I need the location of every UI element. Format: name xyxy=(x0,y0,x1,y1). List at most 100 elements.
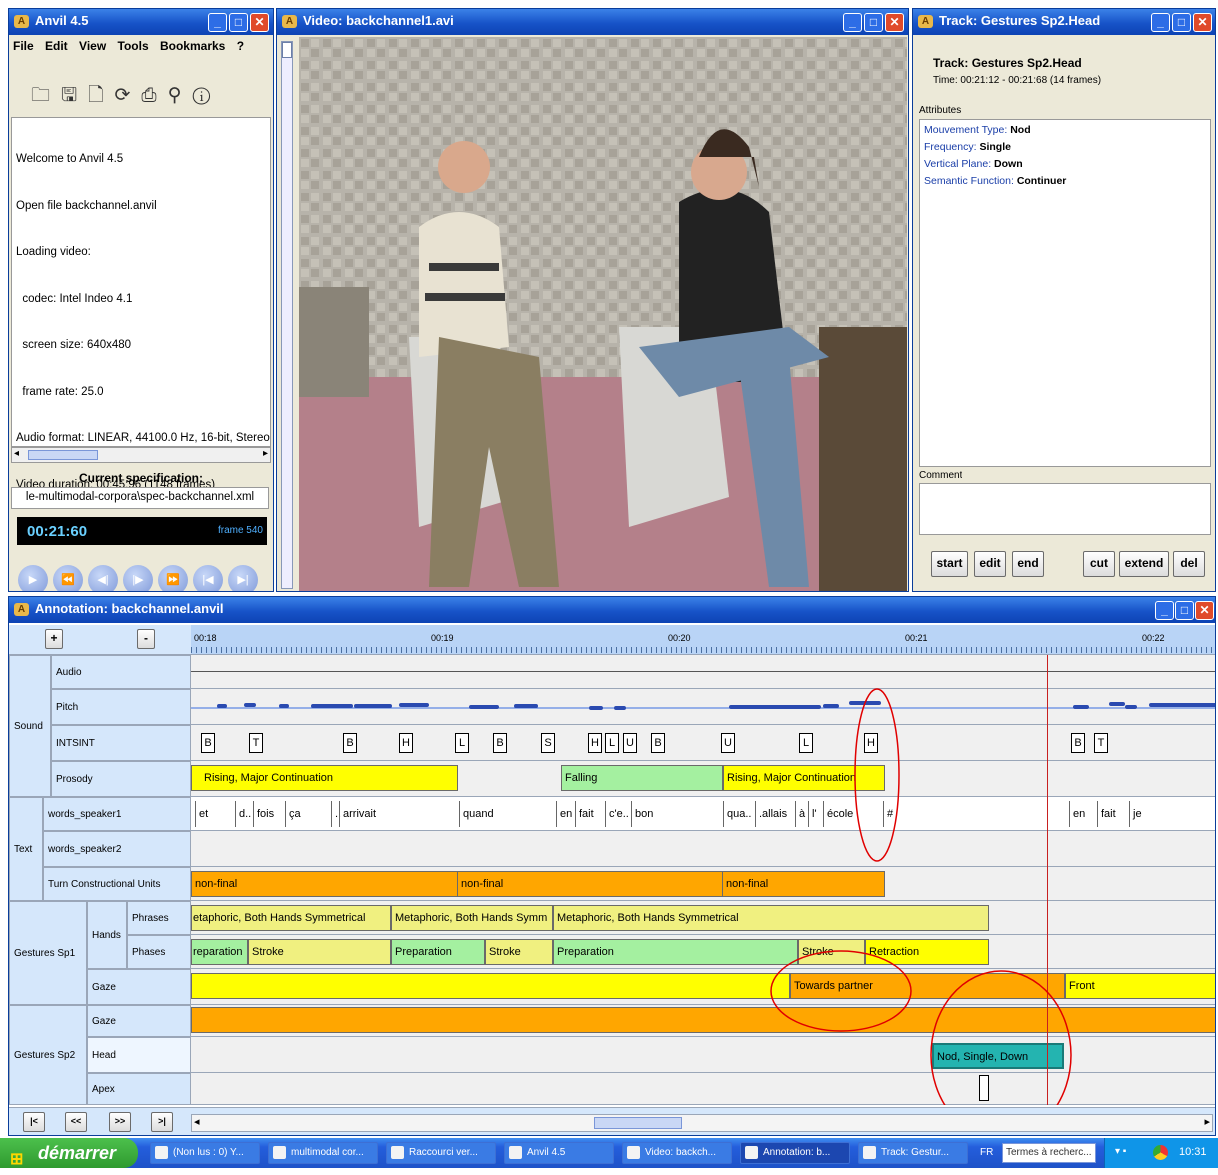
taskbar-item-track[interactable]: Track: Gestur... xyxy=(858,1142,968,1164)
word[interactable]: fait xyxy=(1097,801,1116,827)
track-prosody[interactable]: Rising, Major Continuation Falling Risin… xyxy=(191,761,1215,797)
open-folder-icon[interactable]: 🗀 xyxy=(31,85,61,106)
maximize-button[interactable]: □ xyxy=(864,13,883,32)
phase-element[interactable]: Retraction xyxy=(865,939,989,965)
taskbar-item-word[interactable]: multimodal cor... xyxy=(268,1142,378,1164)
prosody-element[interactable]: Rising, Major Continuation xyxy=(191,765,458,791)
start-button[interactable]: start xyxy=(931,551,968,577)
track-intsint[interactable]: B T B H L B S H L U B U L H B T xyxy=(191,725,1215,761)
scroll-thumb[interactable] xyxy=(28,450,98,460)
word[interactable]: en xyxy=(1069,801,1085,827)
save-icon[interactable]: 🖫 xyxy=(61,85,88,106)
fast-forward-button[interactable]: ⏩ xyxy=(158,565,188,591)
word[interactable]: je xyxy=(1129,801,1142,827)
word[interactable]: arrivait xyxy=(339,801,376,827)
new-file-icon[interactable]: 🗋 xyxy=(88,85,114,106)
extend-button[interactable]: extend xyxy=(1119,551,1169,577)
word[interactable]: ça xyxy=(285,801,301,827)
tcu-element[interactable]: non-final xyxy=(191,871,458,897)
minimize-button[interactable]: _ xyxy=(208,13,227,32)
track-header-prosody[interactable]: Prosody xyxy=(51,761,191,797)
zoom-in-button[interactable]: + xyxy=(45,629,63,649)
maximize-button[interactable]: □ xyxy=(1172,13,1191,32)
delete-button[interactable]: del xyxy=(1173,551,1205,577)
intsint-mark[interactable]: T xyxy=(1094,733,1108,753)
head-element-selected[interactable]: Nod, Single, Down xyxy=(932,1043,1064,1069)
phase-element[interactable]: Preparation xyxy=(553,939,798,965)
phrase-element[interactable]: Metaphoric, Both Hands Symm xyxy=(391,905,553,931)
step-forward-button[interactable]: |▶ xyxy=(123,565,153,591)
scroll-left-arrow[interactable]: ◂ xyxy=(194,1115,200,1128)
search-field[interactable]: Termes à recherc... xyxy=(1002,1143,1096,1163)
word[interactable]: à xyxy=(795,801,805,827)
phase-element[interactable]: Stroke xyxy=(485,939,553,965)
track-phases[interactable]: reparation Stroke Preparation Stroke Pre… xyxy=(191,935,1215,969)
scroll-right-arrow[interactable]: ▸ xyxy=(263,448,268,459)
edit-button[interactable]: edit xyxy=(974,551,1006,577)
scroll-left-arrow[interactable]: ◂ xyxy=(14,448,19,459)
taskbar-item-video[interactable]: Video: backch... xyxy=(622,1142,732,1164)
tcu-element[interactable]: non-final xyxy=(722,871,885,897)
track-words-speaker1[interactable]: et d.. fois ça .. arrivait quand en fait… xyxy=(191,797,1215,831)
info-icon[interactable]: ⓘ xyxy=(193,85,222,106)
start-button[interactable]: ⊞ démarrer xyxy=(0,1138,138,1168)
binoculars-icon[interactable]: ⚲ xyxy=(168,85,193,106)
maximize-button[interactable]: □ xyxy=(1175,601,1194,620)
intsint-mark[interactable]: U xyxy=(721,733,735,753)
track-header-gaze-sp1[interactable]: Gaze xyxy=(87,969,191,1005)
track-gaze-sp1[interactable]: Towards partner Front xyxy=(191,969,1215,1005)
track-header-apex[interactable]: Apex xyxy=(87,1073,191,1105)
tcu-element[interactable]: non-final xyxy=(457,871,723,897)
track-header-phrases[interactable]: Phrases xyxy=(127,901,191,935)
language-indicator[interactable]: FR xyxy=(980,1147,993,1158)
refresh-icon[interactable]: ⟳ xyxy=(115,85,142,106)
intsint-mark[interactable]: L xyxy=(455,733,469,753)
scroll-thumb[interactable] xyxy=(594,1117,682,1129)
phrase-element[interactable]: Metaphoric, Both Hands Symmetrical xyxy=(553,905,989,931)
apex-marker[interactable] xyxy=(979,1075,989,1101)
menu-file[interactable]: File xyxy=(13,39,34,53)
play-button[interactable]: ▶ xyxy=(18,565,48,591)
track-phrases[interactable]: etaphoric, Both Hands Symmetrical Metaph… xyxy=(191,901,1215,935)
track-tcu[interactable]: non-final non-final non-final xyxy=(191,867,1215,901)
track-head[interactable]: Nod, Single, Down xyxy=(191,1037,1215,1073)
taskbar-item-mail[interactable]: (Non lus : 0) Y... xyxy=(150,1142,260,1164)
track-header-audio[interactable]: Audio xyxy=(51,655,191,689)
playhead-line[interactable] xyxy=(1047,655,1048,1105)
print-icon[interactable]: ⎙ xyxy=(141,85,167,106)
gaze-element[interactable]: Towards partner xyxy=(790,973,1065,999)
word[interactable]: école xyxy=(823,801,853,827)
end-button[interactable]: end xyxy=(1012,551,1044,577)
track-header-intsint[interactable]: INTSINT xyxy=(51,725,191,761)
chrome-icon[interactable] xyxy=(1153,1145,1168,1160)
zoom-out-button[interactable]: - xyxy=(137,629,155,649)
close-button[interactable]: ✕ xyxy=(1195,601,1214,620)
gaze-element[interactable]: Front xyxy=(1065,973,1215,999)
taskbar-item-shortcut[interactable]: Raccourci ver... xyxy=(386,1142,496,1164)
fast-backward-button[interactable]: ⏪ xyxy=(53,565,83,591)
word[interactable]: en xyxy=(556,801,572,827)
word[interactable]: fait xyxy=(575,801,594,827)
minimize-button[interactable]: _ xyxy=(843,13,862,32)
close-button[interactable]: ✕ xyxy=(1193,13,1212,32)
track-header-head[interactable]: Head xyxy=(87,1037,191,1073)
go-last-button[interactable]: >| xyxy=(151,1112,173,1132)
menu-view[interactable]: View xyxy=(79,39,106,53)
menu-tools[interactable]: Tools xyxy=(118,39,149,53)
intsint-mark[interactable]: B xyxy=(651,733,665,753)
taskbar-item-annotation[interactable]: Annotation: b... xyxy=(740,1142,850,1164)
track-header-phases[interactable]: Phases xyxy=(127,935,191,969)
track-pitch[interactable] xyxy=(191,689,1215,725)
close-button[interactable]: ✕ xyxy=(250,13,269,32)
intsint-mark[interactable]: H xyxy=(864,733,878,753)
taskbar-item-anvil[interactable]: Anvil 4.5 xyxy=(504,1142,614,1164)
phase-element[interactable]: Stroke xyxy=(798,939,865,965)
phase-element[interactable]: Stroke xyxy=(248,939,391,965)
minimize-button[interactable]: _ xyxy=(1151,13,1170,32)
phase-element[interactable]: Preparation xyxy=(391,939,485,965)
intsint-mark[interactable]: L xyxy=(799,733,813,753)
intsint-mark[interactable]: S xyxy=(541,733,555,753)
word[interactable]: bon xyxy=(631,801,653,827)
word[interactable]: c'e.. xyxy=(605,801,629,827)
track-header-pitch[interactable]: Pitch xyxy=(51,689,191,725)
